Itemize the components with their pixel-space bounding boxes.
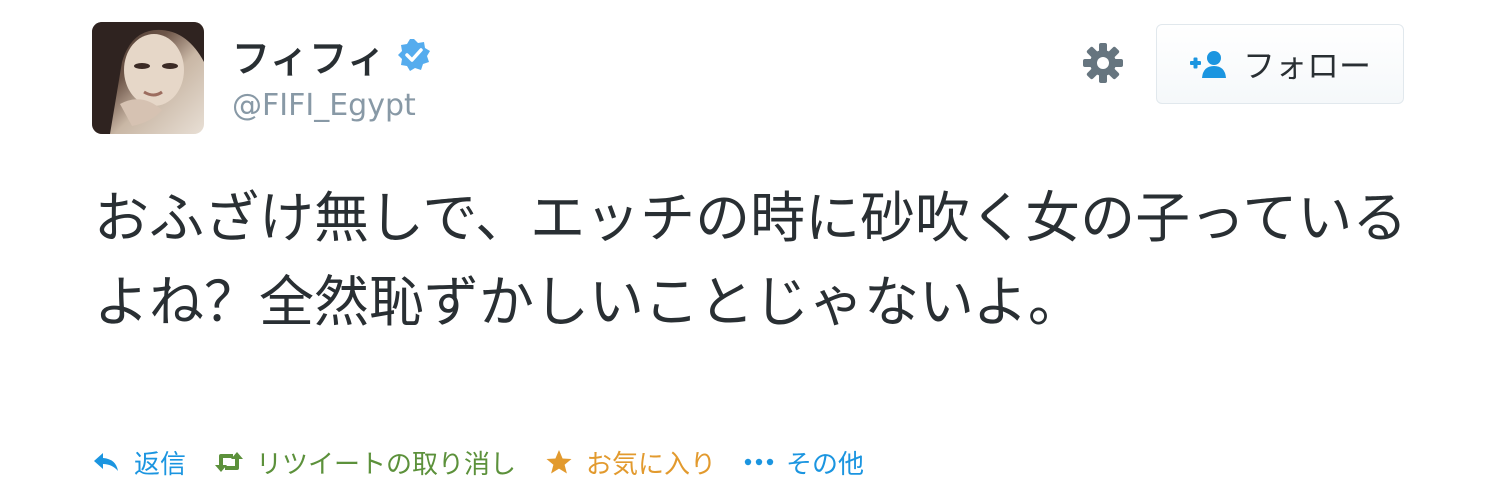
tweet-card: フィフィ @FIFI_Egypt フォロー おふざけ無しで、エッチの時に砂吹く女… xyxy=(0,0,1500,500)
retweet-icon xyxy=(214,449,244,475)
reply-label: 返信 xyxy=(134,449,187,480)
more-icon xyxy=(744,449,774,475)
display-name[interactable]: フィフィ xyxy=(232,28,386,83)
undo-retweet-label: リツイートの取り消し xyxy=(256,449,517,480)
reply-button[interactable]: 返信 xyxy=(92,444,186,481)
undo-retweet-button[interactable]: リツイートの取り消し xyxy=(214,444,516,481)
user-handle[interactable]: @FIFI_Egypt xyxy=(232,88,416,123)
add-user-icon xyxy=(1189,48,1229,80)
star-icon xyxy=(544,449,574,475)
follow-button-label: フォロー xyxy=(1242,47,1371,85)
reply-icon xyxy=(92,449,122,475)
avatar[interactable] xyxy=(92,22,204,134)
more-button[interactable]: その他 xyxy=(744,444,864,481)
user-name-row: フィフィ xyxy=(232,28,432,83)
gear-icon[interactable] xyxy=(1082,42,1124,84)
more-label: その他 xyxy=(786,449,865,480)
verified-badge-icon xyxy=(396,37,432,73)
tweet-actions: 返信 リツイートの取り消し お気に入り その他 xyxy=(92,440,892,484)
tweet-text: おふざけ無しで、エッチの時に砂吹く女の子っているよね？全然恥ずかしいことじゃない… xyxy=(94,186,1408,334)
follow-button[interactable]: フォロー xyxy=(1156,24,1404,104)
favorite-button[interactable]: お気に入り xyxy=(544,444,716,481)
favorite-label: お気に入り xyxy=(586,449,717,480)
